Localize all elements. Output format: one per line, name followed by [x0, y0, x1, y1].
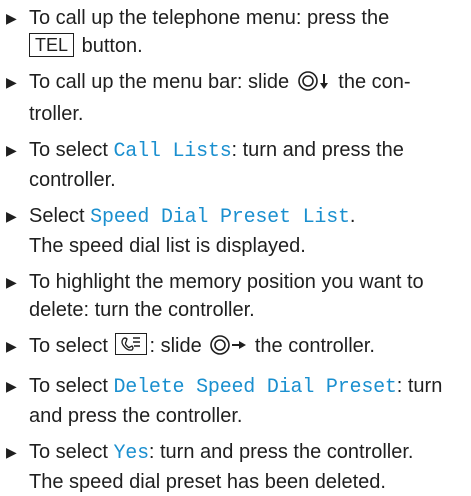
menu-item-speed-dial-preset-list: Speed Dial Preset List — [90, 206, 350, 229]
bullet-icon: ▶ — [6, 444, 17, 460]
step-text: To select — [29, 335, 114, 357]
step-result: The speed dial list is displayed. — [29, 235, 306, 257]
step-text: the controller. — [249, 335, 375, 357]
bullet-icon: ▶ — [6, 378, 17, 394]
step-text: Select — [29, 205, 91, 227]
step-text: To select — [29, 441, 114, 463]
step-call-telephone-menu: ▶ To call up the telephone menu: press t… — [6, 4, 463, 60]
instruction-page: ▶ To call up the telephone menu: press t… — [0, 0, 471, 493]
menu-item-call-lists: Call Lists — [113, 140, 232, 163]
step-text: : turn and press the controller. — [148, 441, 414, 463]
step-text: To highlight the memory position you wan… — [29, 271, 424, 321]
bullet-icon: ▶ — [6, 74, 17, 90]
bullet-icon: ▶ — [6, 208, 17, 224]
step-highlight-memory-position: ▶ To highlight the memory position you w… — [6, 268, 463, 324]
step-text: . — [349, 205, 356, 227]
step-result: The speed dial preset has been deleted. — [29, 471, 386, 493]
bullet-icon: ▶ — [6, 338, 17, 354]
step-select-menu-key: ▶ To select : slide the controller. — [6, 332, 463, 364]
bullet-icon: ▶ — [6, 142, 17, 158]
step-confirm-yes: ▶ To select Yes: turn and press the cont… — [6, 438, 463, 496]
step-select-delete-preset: ▶ To select Delete Speed Dial Preset: tu… — [6, 372, 463, 430]
step-text: button. — [76, 35, 143, 57]
step-call-menu-bar: ▶ To call up the menu bar: slide the con… — [6, 68, 463, 128]
phone-menu-key-icon — [115, 333, 148, 355]
step-text: : slide — [149, 335, 208, 357]
step-select-speed-dial-list: ▶ Select Speed Dial Preset List. The spe… — [6, 202, 463, 260]
controller-slide-right-icon — [210, 334, 248, 364]
step-text: To select — [29, 375, 114, 397]
step-text: To call up the menu bar: slide — [29, 71, 295, 93]
bullet-icon: ▶ — [6, 10, 17, 26]
menu-item-delete-speed-dial-preset: Delete Speed Dial Preset — [113, 376, 397, 399]
controller-slide-down-icon — [297, 70, 332, 100]
tel-key: TEL — [29, 33, 75, 57]
step-text: To call up the telephone menu: press the — [29, 7, 390, 29]
menu-item-yes: Yes — [113, 442, 149, 465]
bullet-icon: ▶ — [6, 274, 17, 290]
step-text: To select — [29, 139, 114, 161]
step-select-call-lists: ▶ To select Call Lists: turn and press t… — [6, 136, 463, 194]
